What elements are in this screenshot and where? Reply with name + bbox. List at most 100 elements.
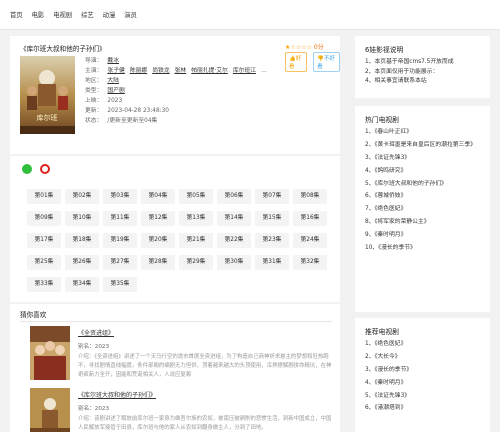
- rating: ★☆☆☆☆ 0分: [285, 42, 324, 51]
- nav-home[interactable]: 首页: [10, 10, 23, 19]
- episode-button[interactable]: 第13集: [179, 211, 213, 226]
- source-tabs: [22, 164, 50, 174]
- svg-text:库尔班: 库尔班: [37, 113, 58, 122]
- score-text: 0分: [313, 44, 324, 51]
- thumb-art-icon: [30, 326, 70, 380]
- episode-button[interactable]: 第14集: [217, 211, 251, 226]
- director-link[interactable]: 戴冰: [107, 58, 119, 64]
- cast-link[interactable]: 张林: [175, 68, 187, 74]
- item-title-link[interactable]: 《库尔班大叔和他的子孙们》: [78, 390, 333, 399]
- cast-link[interactable]: 陈丽娜: [130, 68, 147, 74]
- list-item-link[interactable]: 3、《漫长的季节》: [365, 366, 483, 376]
- episode-button[interactable]: 第20集: [141, 233, 175, 248]
- like-button[interactable]: 👍好看: [285, 52, 308, 72]
- episode-button[interactable]: 第10集: [65, 211, 99, 226]
- episode-button[interactable]: 第35集: [103, 277, 137, 292]
- episode-button[interactable]: 第09集: [27, 211, 61, 226]
- updated-label: 更新：: [85, 108, 103, 114]
- list-item-link[interactable]: 6、《港潮塔到》: [365, 404, 483, 414]
- episode-button[interactable]: 第30集: [217, 255, 251, 270]
- episode-button[interactable]: 第27集: [103, 255, 137, 270]
- recommend-tv-panel: 推荐电视剧 1、《绝色医妃》 2、《大长今》 3、《漫长的季节》 4、《秦时明月》 5、…: [355, 318, 490, 432]
- poster-image[interactable]: 库尔班: [20, 56, 75, 134]
- episode-button[interactable]: 第15集: [255, 211, 289, 226]
- star-rating-icon[interactable]: ★☆☆☆☆: [285, 44, 312, 51]
- episode-button[interactable]: 第31集: [255, 255, 289, 270]
- episode-button[interactable]: 第11集: [103, 211, 137, 226]
- episode-button[interactable]: 第12集: [141, 211, 175, 226]
- cast-link[interactable]: 库尔班江: [233, 68, 256, 74]
- thumbnail-image[interactable]: [30, 388, 70, 432]
- episode-button[interactable]: 第19集: [103, 233, 137, 248]
- like-label: 好看: [289, 56, 302, 70]
- episode-button[interactable]: 第25集: [27, 255, 61, 270]
- item-description: 介绍：《全资进组》讲述了一个天马行空的诡市首席全资进组，为了构造自己商神祈求悬主…: [78, 354, 332, 378]
- episode-button[interactable]: 第34集: [65, 277, 99, 292]
- list-item-link[interactable]: 9、《秦时明月》: [365, 231, 483, 241]
- status-row: 状态： /更新至更新至04集: [85, 116, 267, 126]
- list-item-link[interactable]: 3、《法证先锋3》: [365, 154, 483, 164]
- dislike-button[interactable]: 👎不好看: [313, 52, 340, 72]
- hot-tv-panel: 热门电视剧 1、《春山叶正红》 2、《黄卡珥墨是来自皇后区的潮拉第三季》 3、《法证…: [355, 106, 490, 312]
- source-green-icon[interactable]: [22, 164, 32, 174]
- episode-panel: 第01集 第02集 第03集 第04集 第05集 第06集 第07集 第08集第09集 第10集…: [10, 156, 340, 302]
- episode-button[interactable]: 第04集: [141, 189, 175, 204]
- nav-anime[interactable]: 动漫: [103, 10, 116, 19]
- nav-tv[interactable]: 电视剧: [53, 10, 72, 19]
- list-item-link[interactable]: 7、《绝色医妃》: [365, 205, 483, 215]
- episode-button[interactable]: 第26集: [65, 255, 99, 270]
- episode-button[interactable]: 第21集: [179, 233, 213, 248]
- genre-link[interactable]: 国产剧: [107, 88, 124, 94]
- episode-button[interactable]: 第03集: [103, 189, 137, 204]
- detail-card: 《库尔班大叔和他的子孙们》 ★☆☆☆☆ 0分 👍好看 👎不好看 库尔班 导演： …: [10, 36, 340, 154]
- meta-info: 导演： 戴冰 主演： 张子健 陈丽娜 尚铁龙 张林 帕丽扎提·艾尔 库尔班江 … 地区： 大陆 类…: [85, 56, 267, 126]
- area-link[interactable]: 大陆: [107, 78, 119, 84]
- episode-button[interactable]: 第23集: [255, 233, 289, 248]
- cast-link[interactable]: 张子健: [107, 68, 124, 74]
- episode-button[interactable]: 第05集: [179, 189, 213, 204]
- nav-movie[interactable]: 电影: [32, 10, 45, 19]
- episode-button[interactable]: 第01集: [27, 189, 61, 204]
- nav-actors[interactable]: 演员: [124, 10, 137, 19]
- genre-row: 类型： 国产剧: [85, 86, 267, 96]
- area-row: 地区： 大陆: [85, 76, 267, 86]
- episode-button[interactable]: 第28集: [141, 255, 175, 270]
- list-item-link[interactable]: 4、《鸽鸣研究》: [365, 167, 483, 177]
- cast-link[interactable]: 尚铁龙: [152, 68, 169, 74]
- status-label: 状态：: [85, 118, 103, 124]
- episode-button[interactable]: 第29集: [179, 255, 213, 270]
- cast-label: 主演：: [85, 68, 103, 74]
- list-item-link[interactable]: 8、《将军家的荣静公主》: [365, 218, 483, 228]
- episode-button[interactable]: 第02集: [65, 189, 99, 204]
- updated-row: 更新： 2023-04-28 23:48:30: [85, 106, 267, 116]
- notice-list: 1、本页基于帝国cms7.5开放而成 2、本页面仅用于功能展示： 4、相关事宜请…: [365, 58, 483, 87]
- list-item-link[interactable]: 2、《大长今》: [365, 353, 483, 363]
- episode-button[interactable]: 第32集: [293, 255, 327, 270]
- top-navbar: 首页 电影 电视剧 综艺 动漫 演员: [0, 0, 500, 30]
- cast-link[interactable]: 帕丽扎提·艾尔: [191, 68, 228, 74]
- list-item-link[interactable]: 5、《库尔班大叔和他的子孙们》: [365, 180, 483, 190]
- episode-button[interactable]: 第24集: [293, 233, 327, 248]
- episode-button[interactable]: 第33集: [27, 277, 61, 292]
- item-title-link[interactable]: 《全资进组》: [78, 328, 333, 337]
- episode-button[interactable]: 第07集: [255, 189, 289, 204]
- episode-button[interactable]: 第17集: [27, 233, 61, 248]
- episode-button[interactable]: 第08集: [293, 189, 327, 204]
- thumbnail-image[interactable]: [30, 326, 70, 380]
- list-item-link[interactable]: 5、《法证先锋3》: [365, 392, 483, 402]
- list-item-link[interactable]: 4、《秦时明月》: [365, 379, 483, 389]
- nav-variety[interactable]: 综艺: [81, 10, 94, 19]
- item-year: 别名：2023: [78, 406, 110, 412]
- episode-button[interactable]: 第22集: [217, 233, 251, 248]
- list-item-link[interactable]: 1、《春山叶正红》: [365, 128, 483, 138]
- episode-button[interactable]: 第06集: [217, 189, 251, 204]
- list-item-link[interactable]: 2、《黄卡珥墨是来自皇后区的潮拉第三季》: [365, 141, 483, 151]
- episode-button[interactable]: 第16集: [293, 211, 327, 226]
- episode-button[interactable]: 第18集: [65, 233, 99, 248]
- source-red-icon[interactable]: [40, 164, 50, 174]
- list-item-link[interactable]: 6、《蓉城侨妓》: [365, 192, 483, 202]
- section-title: 6娃影视说明: [365, 46, 404, 54]
- list-item-link[interactable]: 1、《绝色医妃》: [365, 340, 483, 350]
- list-item-link[interactable]: 10、《漫长的季节》: [365, 244, 483, 254]
- director-row: 导演： 戴冰: [85, 56, 267, 66]
